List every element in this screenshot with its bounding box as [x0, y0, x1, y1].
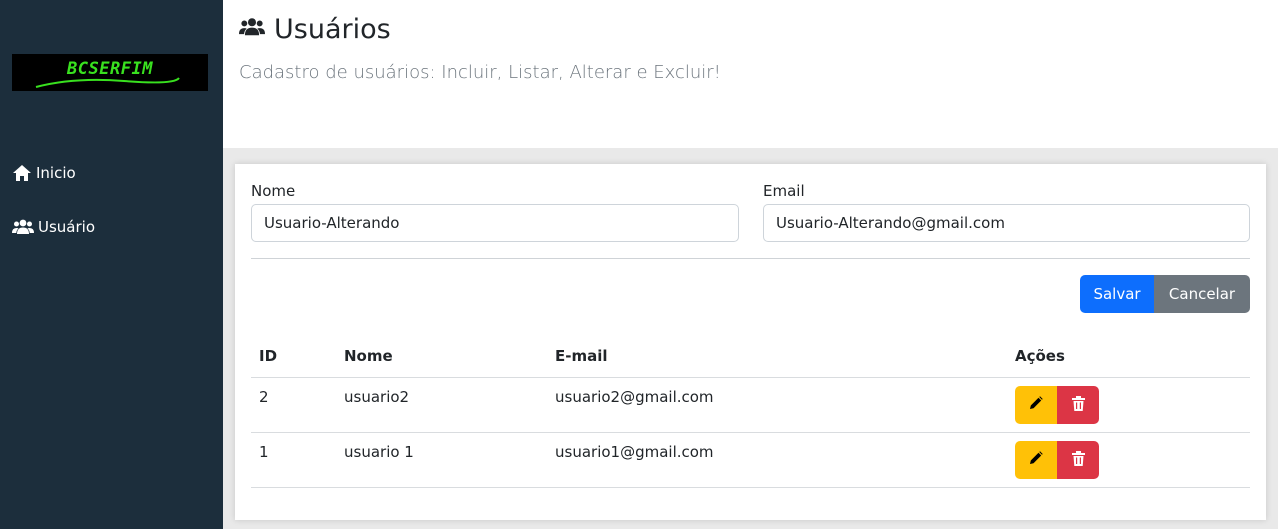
page-title: Usuários [239, 14, 391, 45]
users-icon [239, 14, 265, 45]
column-header-name: Nome [336, 336, 547, 378]
pencil-icon [1029, 396, 1043, 413]
row-actions [1015, 440, 1242, 479]
sidebar-item-label: Inicio [36, 164, 76, 182]
email-input[interactable] [763, 204, 1250, 242]
cell-name: usuario2 [336, 377, 547, 433]
name-label: Nome [251, 182, 296, 200]
column-header-id: ID [251, 336, 336, 378]
cell-id: 1 [251, 432, 336, 488]
page-header: Usuários Cadastro de usuários: Incluir, … [223, 0, 1278, 148]
trash-icon [1071, 395, 1085, 414]
cancel-button[interactable]: Cancelar [1154, 275, 1250, 313]
sidebar-item-label: Usuário [38, 218, 96, 236]
delete-button[interactable] [1057, 440, 1099, 479]
save-button[interactable]: Salvar [1080, 275, 1154, 313]
users-card: Nome Email Salvar Cancelar ID Nome E-mai… [235, 164, 1266, 520]
row-actions [1015, 385, 1242, 424]
cell-name: usuario 1 [336, 432, 547, 488]
sidebar-item-inicio[interactable]: Inicio [12, 164, 76, 182]
delete-button[interactable] [1057, 385, 1099, 424]
cell-actions [1007, 377, 1250, 433]
table-row: 2 usuario2 usuario2@gmail.com [251, 377, 1250, 433]
cell-email: usuario2@gmail.com [547, 377, 1007, 433]
email-label: Email [763, 182, 805, 200]
cell-id: 2 [251, 377, 336, 433]
edit-button[interactable] [1015, 385, 1057, 424]
name-input[interactable] [251, 204, 739, 242]
pencil-icon [1029, 451, 1043, 468]
page-subtitle: Cadastro de usuários: Incluir, Listar, A… [239, 62, 721, 83]
cell-email: usuario1@gmail.com [547, 432, 1007, 488]
divider [251, 258, 1250, 259]
table-header-row: ID Nome E-mail Ações [251, 336, 1250, 378]
column-header-email: E-mail [547, 336, 1007, 378]
sidebar: BCSERFIM Inicio Usuário [0, 0, 223, 529]
home-icon [12, 164, 32, 182]
users-icon [12, 218, 34, 236]
edit-button[interactable] [1015, 440, 1057, 479]
trash-icon [1071, 450, 1085, 469]
sidebar-item-usuario[interactable]: Usuário [12, 218, 95, 236]
brand-logo: BCSERFIM [12, 54, 208, 91]
cell-actions [1007, 432, 1250, 488]
users-table: ID Nome E-mail Ações 2 usuario2 usuario2… [251, 336, 1250, 488]
column-header-actions: Ações [1007, 336, 1250, 378]
table-row: 1 usuario 1 usuario1@gmail.com [251, 432, 1250, 488]
page-title-text: Usuários [274, 14, 391, 45]
logo-swoosh-icon [35, 77, 180, 88]
